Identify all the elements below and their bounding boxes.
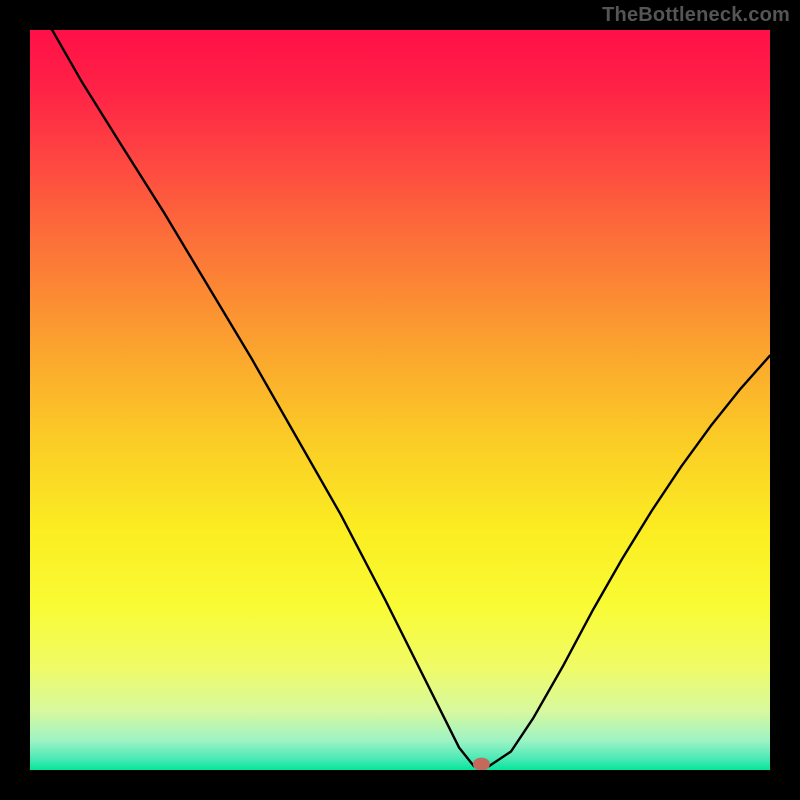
chart-container: TheBottleneck.com (0, 0, 800, 800)
chart-svg (30, 30, 770, 770)
watermark-text: TheBottleneck.com (602, 4, 790, 27)
optimal-marker (473, 758, 489, 770)
gradient-background (30, 30, 770, 770)
chart-plot-area (30, 30, 770, 770)
